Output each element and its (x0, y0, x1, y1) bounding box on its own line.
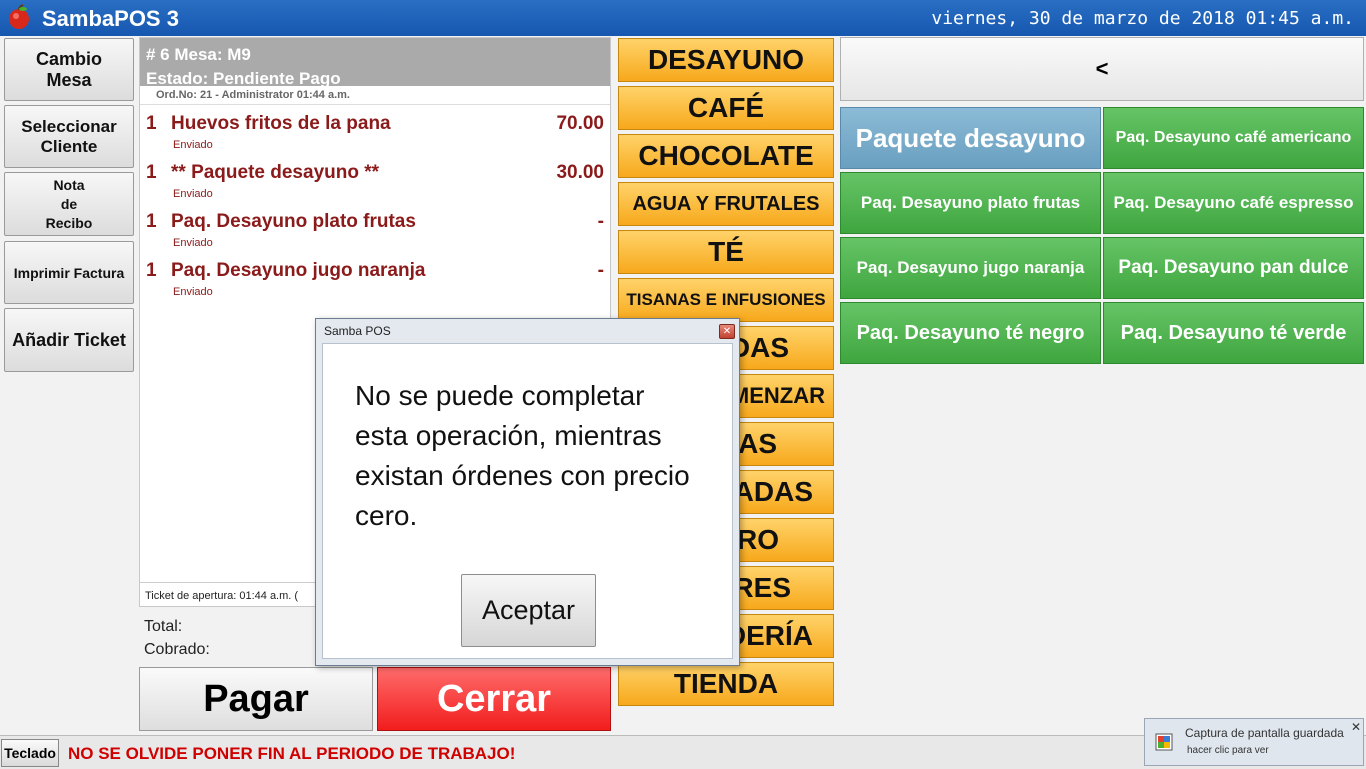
product-cafe-espresso[interactable]: Paq. Desayuno café espresso (1103, 172, 1364, 234)
total-label: Total: (144, 618, 183, 635)
category-agua-frutales[interactable]: AGUA Y FRUTALES (618, 182, 834, 226)
product-te-negro[interactable]: Paq. Desayuno té negro (840, 302, 1101, 364)
order-meta: Ord.No: 21 - Administrator 01:44 a.m. (140, 86, 610, 105)
close-button[interactable]: Cerrar (377, 667, 611, 731)
error-dialog: Samba POS ✕ No se puede completar esta o… (315, 318, 740, 666)
print-invoice-button[interactable]: Imprimir Factura (4, 241, 134, 304)
order-price: - (597, 260, 604, 281)
keyboard-button[interactable]: Teclado (1, 739, 59, 767)
order-qty: 1 (146, 211, 157, 232)
close-icon[interactable]: ✕ (719, 324, 735, 339)
order-name: Paq. Desayuno plato frutas (171, 211, 416, 232)
add-ticket-button[interactable]: Añadir Ticket (4, 308, 134, 372)
product-paquete-desayuno[interactable]: Paquete desayuno (840, 107, 1101, 169)
dialog-message: No se puede completar esta operación, mi… (355, 380, 690, 531)
product-cafe-americano[interactable]: Paq. Desayuno café americano (1103, 107, 1364, 169)
category-tisanas[interactable]: TISANAS E INFUSIONES (618, 278, 834, 322)
order-line[interactable]: 1 ** Paquete desayuno ** 30.00 Enviado (140, 154, 610, 203)
accept-button[interactable]: Aceptar (461, 574, 596, 647)
order-line[interactable]: 1 Huevos fritos de la pana 70.00 Enviado (140, 105, 610, 154)
receipt-note-button[interactable]: Nota de Recibo (4, 172, 134, 236)
order-line[interactable]: 1 Paq. Desayuno plato frutas - Enviado (140, 203, 610, 252)
apple-icon (9, 4, 29, 29)
product-pan-dulce[interactable]: Paq. Desayuno pan dulce (1103, 237, 1364, 299)
work-period-warning: NO SE OLVIDE PONER FIN AL PERIODO DE TRA… (68, 744, 516, 763)
category-desayuno[interactable]: DESAYUNO (618, 38, 834, 82)
datetime: viernes, 30 de marzo de 2018 01:45 a.m. (931, 8, 1354, 29)
order-price: 30.00 (556, 162, 604, 183)
close-icon[interactable]: ✕ (1349, 720, 1363, 734)
order-qty: 1 (146, 260, 157, 281)
category-cafe[interactable]: CAFÉ (618, 86, 834, 130)
order-qty: 1 (146, 162, 157, 183)
title-bar: SambaPOS 3 viernes, 30 de marzo de 2018 … (0, 0, 1366, 36)
order-price: - (597, 211, 604, 232)
order-status: Enviado (173, 286, 213, 298)
notification-title: Captura de pantalla guardada (1185, 726, 1344, 740)
order-name: Paq. Desayuno jugo naranja (171, 260, 426, 281)
order-status: Enviado (173, 139, 213, 151)
order-name: ** Paquete desayuno ** (171, 162, 380, 183)
dialog-title: Samba POS (324, 324, 391, 338)
category-te[interactable]: TÉ (618, 230, 834, 274)
ticket-header: # 6 Mesa: M9 Estado: Pendiente Pago (140, 38, 610, 88)
product-jugo-naranja[interactable]: Paq. Desayuno jugo naranja (840, 237, 1101, 299)
order-line[interactable]: 1 Paq. Desayuno jugo naranja - Enviado (140, 252, 610, 301)
order-price: 70.00 (556, 113, 604, 134)
notification-subtitle: hacer clic para ver (1187, 745, 1269, 756)
change-table-button[interactable]: Cambio Mesa (4, 38, 134, 101)
back-button[interactable]: < (840, 37, 1364, 101)
order-name: Huevos fritos de la pana (171, 113, 391, 134)
app-title: SambaPOS 3 (42, 6, 179, 31)
order-status: Enviado (173, 188, 213, 200)
category-tienda[interactable]: TIENDA (618, 662, 834, 706)
select-customer-button[interactable]: Seleccionar Cliente (4, 105, 134, 168)
pay-button[interactable]: Pagar (139, 667, 373, 731)
category-chocolate[interactable]: CHOCOLATE (618, 134, 834, 178)
dialog-body: No se puede completar esta operación, mi… (322, 343, 733, 659)
ticket-table: # 6 Mesa: M9 (146, 45, 251, 64)
screenshot-notification[interactable]: Captura de pantalla guardada hacer clic … (1144, 718, 1364, 766)
screenshot-icon (1155, 733, 1173, 751)
order-status: Enviado (173, 237, 213, 249)
product-plato-frutas[interactable]: Paq. Desayuno plato frutas (840, 172, 1101, 234)
order-qty: 1 (146, 113, 157, 134)
product-te-verde[interactable]: Paq. Desayuno té verde (1103, 302, 1364, 364)
paid-label: Cobrado: (144, 641, 210, 658)
